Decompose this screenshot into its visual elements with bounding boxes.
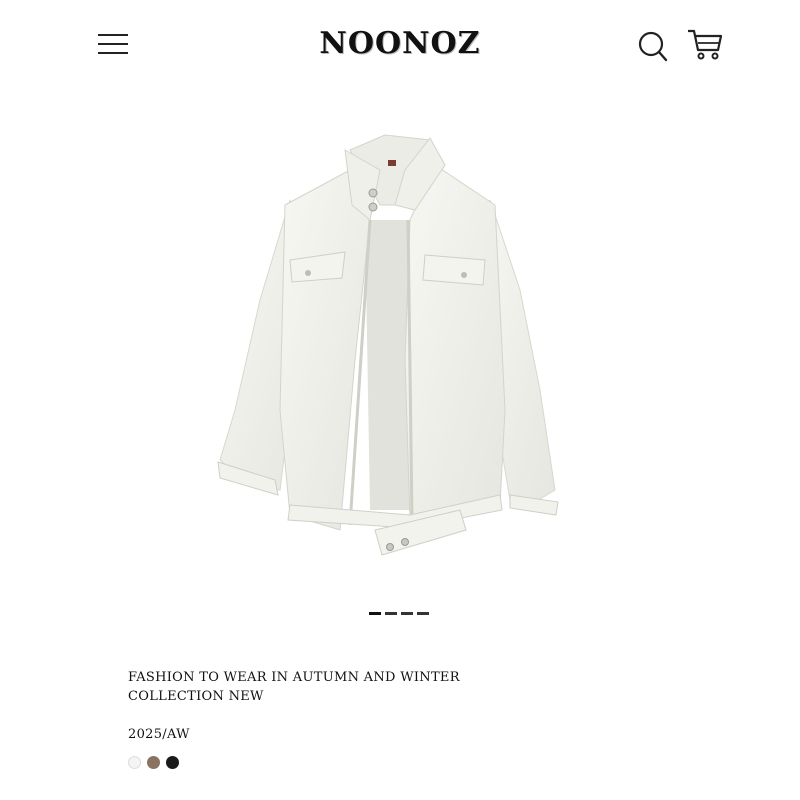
carousel-dot-3[interactable] xyxy=(401,612,413,615)
product-title-line-2: COLLECTION NEW xyxy=(128,689,264,704)
white-jacket-product-image[interactable] xyxy=(180,110,620,590)
color-swatch-brown[interactable] xyxy=(147,756,160,769)
color-swatch-white[interactable] xyxy=(128,756,141,769)
carousel-dot-1[interactable] xyxy=(369,612,381,615)
brand-logo[interactable]: NOONOZ xyxy=(300,26,500,61)
shopping-cart-icon[interactable] xyxy=(686,26,726,62)
color-swatches xyxy=(128,756,179,769)
search-icon[interactable] xyxy=(636,28,670,64)
hamburger-menu-icon[interactable] xyxy=(98,30,130,58)
carousel-dot-4[interactable] xyxy=(417,612,429,615)
carousel-indicator xyxy=(369,612,429,615)
color-swatch-black[interactable] xyxy=(166,756,179,769)
season-label: 2025/AW xyxy=(128,727,190,742)
product-title-line-1: FASHION TO WEAR IN AUTUMN AND WINTER xyxy=(128,670,460,685)
site-header: NOONOZ xyxy=(0,0,800,90)
carousel-dot-2[interactable] xyxy=(385,612,397,615)
product-title[interactable]: FASHION TO WEAR IN AUTUMN AND WINTER COL… xyxy=(128,668,488,706)
